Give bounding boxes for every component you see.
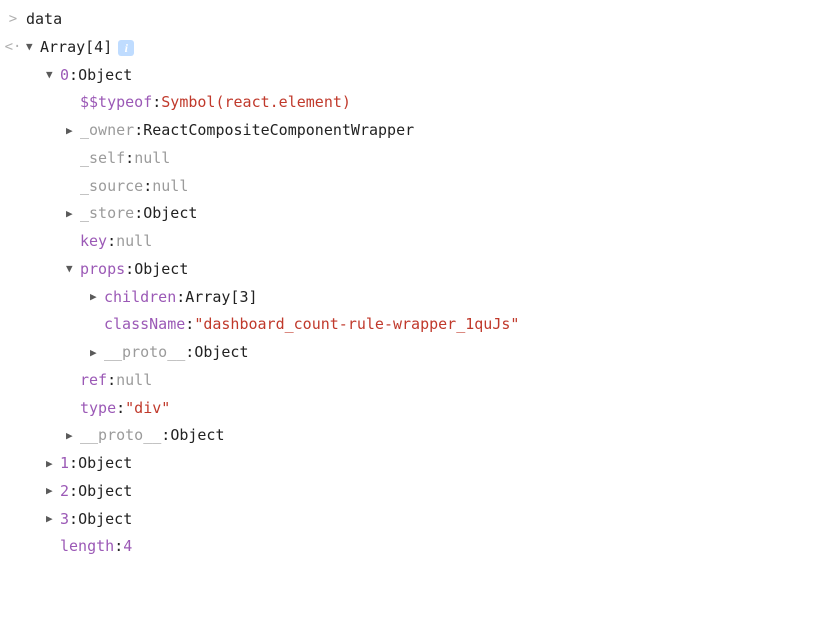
prop-value: Object <box>194 339 248 367</box>
prop-value: Symbol(react.element) <box>161 89 351 117</box>
chevron-right-icon[interactable] <box>66 204 80 224</box>
prop-value: "dashboard_count-rule-wrapper_1quJs" <box>194 311 519 339</box>
prop-key: ref <box>80 367 107 395</box>
tree-row-props-children[interactable]: children: Array[3] <box>0 284 820 312</box>
prop-value: Object <box>170 422 224 450</box>
prop-key: _source <box>80 173 143 201</box>
prop-value: "div" <box>125 395 170 423</box>
prop-key: _store <box>80 200 134 228</box>
prop-key: __proto__ <box>104 339 185 367</box>
tree-row-store[interactable]: _store: Object <box>0 200 820 228</box>
tree-row-props-proto[interactable]: __proto__: Object <box>0 339 820 367</box>
chevron-right-icon[interactable] <box>90 343 104 363</box>
tree-row-0[interactable]: 0: Object <box>0 62 820 90</box>
prop-value: Array[3] <box>185 284 257 312</box>
prop-key: length <box>60 533 114 561</box>
prop-key: $$typeof <box>80 89 152 117</box>
tree-row-props-classname[interactable]: className: "dashboard_count-rule-wrapper… <box>0 311 820 339</box>
chevron-right-icon[interactable] <box>46 481 60 501</box>
node-label: Array[4] <box>40 34 112 62</box>
prop-value: Object <box>78 506 132 534</box>
prop-key: type <box>80 395 116 423</box>
prop-value: null <box>134 145 170 173</box>
tree-row-owner[interactable]: _owner: ReactCompositeComponentWrapper <box>0 117 820 145</box>
tree-row-type[interactable]: type: "div" <box>0 395 820 423</box>
prop-key: 1 <box>60 450 69 478</box>
prompt-icon: > <box>0 7 26 33</box>
prop-value: null <box>152 173 188 201</box>
tree-row-2[interactable]: 2: Object <box>0 478 820 506</box>
prop-value: Object <box>78 478 132 506</box>
prop-key: _self <box>80 145 125 173</box>
prop-key: children <box>104 284 176 312</box>
tree-row-3[interactable]: 3: Object <box>0 506 820 534</box>
input-expression: data <box>26 6 62 34</box>
chevron-down-icon[interactable] <box>46 65 60 85</box>
chevron-right-icon[interactable] <box>66 121 80 141</box>
prop-value: null <box>116 228 152 256</box>
chevron-down-icon[interactable] <box>26 37 40 57</box>
tree-row-1[interactable]: 1: Object <box>0 450 820 478</box>
prop-key: className <box>104 311 185 339</box>
prop-value: Object <box>78 450 132 478</box>
tree-row-props[interactable]: props: Object <box>0 256 820 284</box>
prop-key: props <box>80 256 125 284</box>
tree-row-ref[interactable]: ref: null <box>0 367 820 395</box>
prop-value: Object <box>78 62 132 90</box>
chevron-down-icon[interactable] <box>66 259 80 279</box>
tree-row-source[interactable]: _source: null <box>0 173 820 201</box>
prop-value: null <box>116 367 152 395</box>
console-input-row: > data <box>0 6 820 34</box>
tree-row-length[interactable]: length: 4 <box>0 533 820 561</box>
prop-key: __proto__ <box>80 422 161 450</box>
prop-value: Object <box>134 256 188 284</box>
prop-key: 3 <box>60 506 69 534</box>
prop-value: 4 <box>123 533 132 561</box>
info-icon[interactable]: i <box>118 40 134 56</box>
result-gutter-icon: <· <box>0 35 26 61</box>
tree-row-self[interactable]: _self: null <box>0 145 820 173</box>
chevron-right-icon[interactable] <box>66 426 80 446</box>
chevron-right-icon[interactable] <box>46 509 60 529</box>
tree-row-key[interactable]: key: null <box>0 228 820 256</box>
tree-row-proto[interactable]: __proto__: Object <box>0 422 820 450</box>
prop-key: _owner <box>80 117 134 145</box>
tree-row-typeof[interactable]: $$typeof: Symbol(react.element) <box>0 89 820 117</box>
tree-row-root[interactable]: <· Array[4] i <box>0 34 820 62</box>
prop-key: 2 <box>60 478 69 506</box>
chevron-right-icon[interactable] <box>46 454 60 474</box>
prop-value: Object <box>143 200 197 228</box>
prop-key: 0 <box>60 62 69 90</box>
prop-key: key <box>80 228 107 256</box>
chevron-right-icon[interactable] <box>90 287 104 307</box>
prop-value: ReactCompositeComponentWrapper <box>143 117 414 145</box>
